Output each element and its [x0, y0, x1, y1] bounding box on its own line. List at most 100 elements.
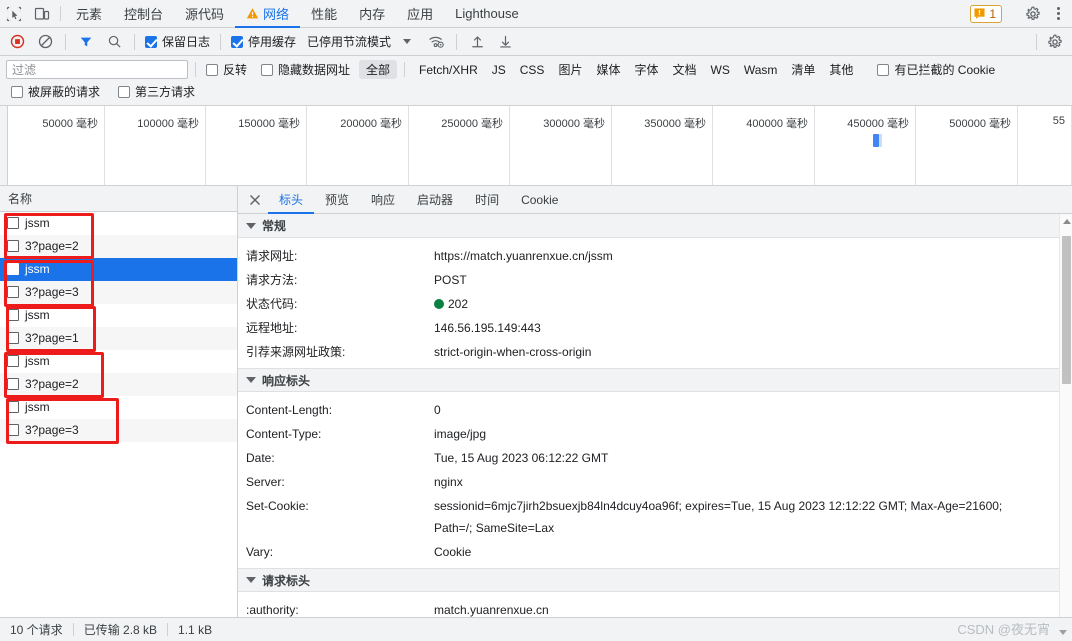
row-value: image/jpg: [434, 427, 487, 441]
device-toolbar-icon[interactable]: [28, 0, 56, 27]
third-party-checkbox[interactable]: 第三方请求: [115, 83, 198, 100]
type-filter-all[interactable]: 全部: [359, 60, 398, 79]
type-filter-wasm[interactable]: Wasm: [737, 62, 785, 78]
filter-funnel-icon[interactable]: [73, 31, 99, 53]
network-overview[interactable]: 50000 毫秒 100000 毫秒 150000 毫秒 200000 毫秒 2…: [0, 106, 1072, 186]
row-value: nginx: [434, 475, 463, 489]
timeline-tick: 100000 毫秒: [105, 106, 206, 185]
tab-application[interactable]: 应用: [396, 0, 444, 27]
export-har-icon[interactable]: [492, 31, 518, 53]
checkbox-box: [261, 63, 274, 76]
row-key: 引荐来源网址政策:: [246, 345, 346, 359]
section-title: 响应标头: [262, 373, 311, 388]
type-filter-manifest[interactable]: 清单: [784, 60, 822, 79]
type-filter-img[interactable]: 图片: [551, 60, 589, 79]
type-divider: [404, 62, 406, 77]
invert-checkbox[interactable]: 反转: [203, 61, 250, 78]
record-stop-icon[interactable]: [4, 31, 30, 53]
type-filter-other[interactable]: 其他: [822, 60, 860, 79]
tab-console[interactable]: 控制台: [113, 0, 174, 27]
type-filter-ws[interactable]: WS: [704, 62, 737, 78]
warning-count-badge[interactable]: 1: [970, 4, 1002, 23]
preserve-log-checkbox[interactable]: 保留日志: [142, 33, 213, 50]
request-row-7[interactable]: 3?page=2: [0, 373, 237, 396]
tab-performance[interactable]: 性能: [300, 0, 348, 27]
tab-cookies[interactable]: Cookie: [510, 186, 569, 213]
request-row-9[interactable]: 3?page=3: [0, 419, 237, 442]
throttling-label[interactable]: 已停用节流模式: [301, 33, 391, 50]
checkbox-box: [118, 85, 131, 98]
checkbox-box: [231, 35, 244, 48]
kebab-menu-icon[interactable]: [1049, 7, 1068, 20]
tab-timing[interactable]: 时间: [464, 186, 510, 213]
watermark: CSDN @夜无宵: [957, 622, 1050, 637]
blocked-cookies-checkbox[interactable]: 有已拦截的 Cookie: [874, 61, 998, 78]
disable-cache-checkbox[interactable]: 停用缓存: [228, 33, 299, 50]
request-type-icon: [7, 240, 19, 252]
request-row-3[interactable]: 3?page=3: [0, 281, 237, 304]
row-key: 状态代码:: [246, 297, 298, 311]
tab-label: 应用: [407, 7, 434, 22]
type-filter-js[interactable]: JS: [485, 62, 513, 78]
tab-response[interactable]: 响应: [360, 186, 406, 213]
overview-canvas[interactable]: 50000 毫秒 100000 毫秒 150000 毫秒 200000 毫秒 2…: [8, 106, 1072, 185]
scroll-up-arrow-icon[interactable]: [1063, 219, 1071, 224]
import-har-icon[interactable]: [464, 31, 490, 53]
chevron-down-icon[interactable]: [1059, 630, 1067, 635]
tab-elements[interactable]: 元素: [65, 0, 113, 27]
row-key: Content-Type:: [246, 427, 322, 441]
tab-initiator[interactable]: 启动器: [406, 186, 464, 213]
type-filter-media[interactable]: 媒体: [589, 60, 627, 79]
search-icon[interactable]: [101, 31, 127, 53]
tab-lighthouse[interactable]: Lighthouse: [444, 0, 530, 27]
tab-memory[interactable]: 内存: [348, 0, 396, 27]
details-scrollbar[interactable]: [1059, 214, 1072, 617]
type-filter-font[interactable]: 字体: [627, 60, 665, 79]
section-title: 常规: [262, 219, 287, 233]
tab-preview[interactable]: 预览: [314, 186, 360, 213]
request-row-0[interactable]: jssm: [0, 212, 237, 235]
request-row-1[interactable]: 3?page=2: [0, 235, 237, 258]
request-row-8[interactable]: jssm: [0, 396, 237, 419]
request-row-5[interactable]: 3?page=1: [0, 327, 237, 350]
filter-input[interactable]: [6, 60, 188, 79]
preserve-log-label: 保留日志: [162, 35, 211, 49]
general-row-remote-address: 远程地址: 146.56.195.149:443: [238, 316, 1072, 340]
request-row-6[interactable]: jssm: [0, 350, 237, 373]
row-value[interactable]: https://match.yuanrenxue.cn/jssm: [434, 245, 635, 267]
details-body[interactable]: 常规 请求网址: https://match.yuanrenxue.cn/jss…: [238, 214, 1072, 617]
inspect-element-icon[interactable]: [0, 0, 28, 27]
scrollbar-thumb[interactable]: [1062, 236, 1071, 384]
timeline-tick: 55: [1018, 106, 1072, 185]
chevron-down-icon[interactable]: [403, 39, 412, 44]
blocked-requests-checkbox[interactable]: 被屏蔽的请求: [8, 83, 103, 100]
tab-headers[interactable]: 标头: [268, 186, 315, 214]
request-row-2[interactable]: jssm: [0, 258, 237, 281]
section-response-headers-header[interactable]: 响应标头: [238, 368, 1072, 392]
response-header-set-cookie: Set-Cookie: sessionid=6mjc7jirh2bsuexjb8…: [238, 494, 1072, 540]
request-list-header[interactable]: 名称: [0, 186, 237, 212]
request-name: 3?page=3: [25, 285, 79, 299]
hide-data-urls-checkbox[interactable]: 隐藏数据网址: [258, 61, 353, 78]
column-header-name: 名称: [8, 192, 33, 206]
close-icon[interactable]: [242, 186, 268, 213]
response-header-date: Date: Tue, 15 Aug 2023 06:12:22 GMT: [238, 446, 1072, 470]
request-row-4[interactable]: jssm: [0, 304, 237, 327]
type-filter-doc[interactable]: 文档: [665, 60, 703, 79]
tab-label: 网络: [263, 7, 290, 22]
type-filter-css[interactable]: CSS: [513, 62, 552, 78]
request-type-icon: [7, 286, 19, 298]
clear-icon[interactable]: [32, 31, 58, 53]
section-request-headers-header[interactable]: 请求标头: [238, 568, 1072, 592]
network-conditions-icon[interactable]: [423, 31, 449, 53]
section-general-header[interactable]: 常规: [238, 214, 1072, 238]
network-settings-gear-icon[interactable]: [1042, 31, 1068, 53]
filter-row-secondary: 被屏蔽的请求 第三方请求: [6, 83, 1066, 100]
row-value: sessionid=6mjc7jirh2bsuexjb84ln4dcuy4oa9…: [434, 499, 1003, 535]
tab-sources[interactable]: 源代码: [174, 0, 235, 27]
tab-network[interactable]: 网络: [235, 0, 301, 28]
type-filter-fetchxhr[interactable]: Fetch/XHR: [412, 62, 485, 78]
gear-icon[interactable]: [1019, 6, 1047, 22]
general-row-referrer-policy: 引荐来源网址政策: strict-origin-when-cross-origi…: [238, 340, 1072, 364]
request-list[interactable]: jssm 3?page=2 jssm 3?page=3 jssm 3?page=…: [0, 212, 237, 617]
